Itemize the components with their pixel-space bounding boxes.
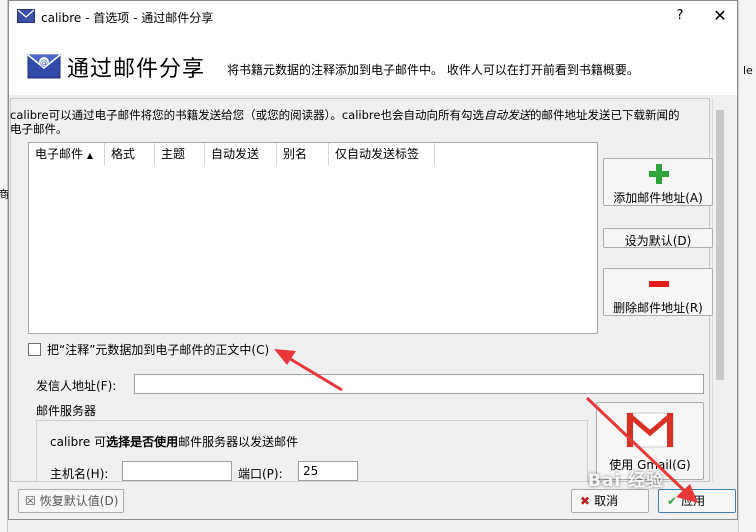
cancel-button[interactable]: ✖ 取消 [571,489,649,513]
check-icon: ✔ [667,494,678,508]
hostname-input[interactable] [122,461,232,481]
plus-icon [649,164,669,184]
cancel-x-icon: ✖ [580,494,591,508]
notes-in-body-label: 把“注释”元数据加到电子邮件的正文中(C) [47,343,270,357]
description-italic: 自动发送 [483,108,530,122]
page-title: 通过邮件分享 [67,57,206,82]
delete-email-label: 删除邮件地址(R) [613,301,703,315]
mail-server-group-label: 邮件服务器 [36,404,97,418]
column-header-auto-send[interactable]: 自动发送 [205,143,277,165]
add-email-button[interactable]: 添加邮件地址(A) [603,158,713,206]
hostname-label: 主机名(H): [50,467,109,481]
email-accounts-table[interactable]: 电子邮件 ▲ 格式 主题 自动发送 别名 仅自动发送标签 [28,142,598,334]
description-part-1: calibre可以通过电子邮件将您的书籍发送给您（或您的阅读器）。calibre… [10,108,484,122]
restore-defaults-button[interactable]: ☒ 恢复默认值(D) [18,489,124,513]
column-header-email[interactable]: 电子邮件 ▲ [29,143,105,165]
set-default-label: 设为默认(D) [624,234,692,248]
sender-address-input[interactable] [134,374,704,394]
gmail-icon [626,412,674,448]
column-header-format[interactable]: 格式 [105,143,155,165]
add-email-label: 添加邮件地址(A) [613,191,703,205]
column-header-alias[interactable]: 别名 [277,143,329,165]
description-text: calibre可以通过电子邮件将您的书籍发送给您（或您的阅读器）。calibre… [10,108,690,136]
sort-ascending-icon: ▲ [86,151,93,160]
title-bar: calibre - 首选项 - 通过邮件分享 ? ✕ [9,1,737,33]
background-window-right: le [738,0,756,532]
mail-server-description: calibre 可选择是否使用邮件服务器以发送邮件 [50,435,299,449]
svg-text:@: @ [40,58,48,67]
help-button[interactable]: ? [669,5,691,27]
notes-in-body-checkbox[interactable] [28,343,41,356]
watermark: Bai 经验 [588,471,665,491]
minus-icon [649,281,669,287]
background-text-fragment: le [743,64,753,77]
table-header: 电子邮件 ▲ 格式 主题 自动发送 别名 仅自动发送标签 [29,143,435,165]
port-label: 端口(P): [238,467,283,481]
vertical-scrollbar[interactable] [712,98,726,482]
sender-address-label: 发信人地址(F): [36,379,117,393]
restore-icon: ☒ [25,494,36,508]
scrollbar-thumb[interactable] [716,110,724,380]
column-header-auto-send-tags[interactable]: 仅自动发送标签 [329,143,435,165]
background-window-left: 商 [0,0,9,532]
page-header: @ 通过邮件分享 将书籍元数据的注释添加到电子邮件中。 收件人可以在打开前看到书… [9,33,737,95]
envelope-icon [17,9,35,23]
close-button[interactable]: ✕ [709,5,731,27]
notes-in-body-option[interactable]: 把“注释”元数据加到电子邮件的正文中(C) [28,341,269,358]
mail-icon: @ [27,54,61,79]
delete-email-button[interactable]: 删除邮件地址(R) [603,268,713,316]
apply-button[interactable]: ✔ 应用 [658,489,736,513]
column-header-subject[interactable]: 主题 [155,143,205,165]
set-default-button[interactable]: 设为默认(D) [603,228,713,248]
port-input[interactable]: 25 [298,461,358,481]
window-title: calibre - 首选项 - 通过邮件分享 [41,11,214,25]
page-subtitle: 将书籍元数据的注释添加到电子邮件中。 收件人可以在打开前看到书籍概要。 [227,63,639,77]
